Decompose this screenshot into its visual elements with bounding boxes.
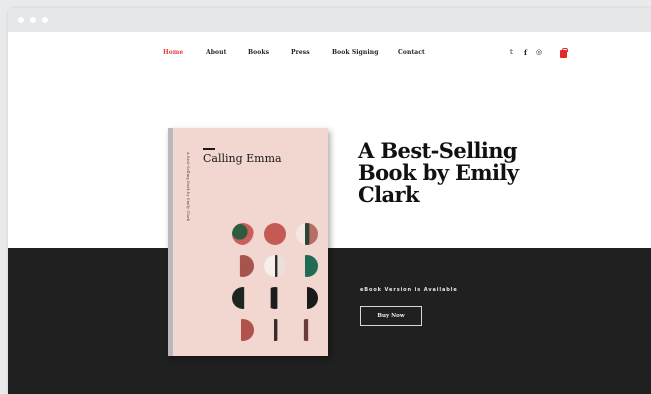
moon-art: [264, 255, 286, 277]
book-spine: [168, 128, 173, 356]
moon-art: [296, 255, 318, 277]
nav-books[interactable]: Books: [248, 49, 269, 56]
book-title: Calling Emma: [203, 152, 282, 165]
nav-contact[interactable]: Contact: [398, 49, 425, 56]
hero-headline: A Best-Selling Book by Emily Clark: [358, 138, 519, 207]
nav-about[interactable]: About: [206, 49, 227, 56]
moon-art: [296, 223, 318, 245]
moon-pattern: [232, 223, 322, 343]
moon-art: [264, 223, 286, 245]
moon-art: [264, 319, 286, 341]
nav-book-signing[interactable]: Book Signing: [332, 49, 379, 56]
facebook-icon[interactable]: f: [524, 48, 527, 57]
book-vertical-text: A Best-Selling Book by Emily Clark: [186, 152, 190, 222]
nav-press[interactable]: Press: [291, 49, 310, 56]
window-dot-icon: [42, 17, 48, 23]
shopping-bag-icon[interactable]: [560, 48, 568, 58]
twitter-icon[interactable]: 𝕥: [510, 48, 513, 56]
browser-chrome: [8, 8, 651, 32]
moon-art: [232, 223, 254, 245]
top-navigation: Home About Books Press Book Signing Cont…: [8, 32, 651, 72]
moon-art: [264, 287, 286, 309]
window-dot-icon: [30, 17, 36, 23]
moon-art: [232, 287, 254, 309]
moon-art: [296, 287, 318, 309]
nav-home[interactable]: Home: [163, 49, 183, 56]
dark-band: [8, 248, 651, 394]
book-cover: Calling Emma A Best-Selling Book by Emil…: [168, 128, 328, 356]
moon-art: [232, 319, 254, 341]
cover-rule: [203, 148, 215, 150]
ebook-availability-note: eBook Version is Available: [360, 287, 458, 293]
instagram-icon[interactable]: ◎: [536, 48, 542, 56]
moon-art: [296, 319, 318, 341]
window-dot-icon: [18, 17, 24, 23]
buy-now-button[interactable]: Buy Now: [360, 306, 422, 326]
moon-art: [232, 255, 254, 277]
browser-window: Home About Books Press Book Signing Cont…: [8, 8, 651, 394]
